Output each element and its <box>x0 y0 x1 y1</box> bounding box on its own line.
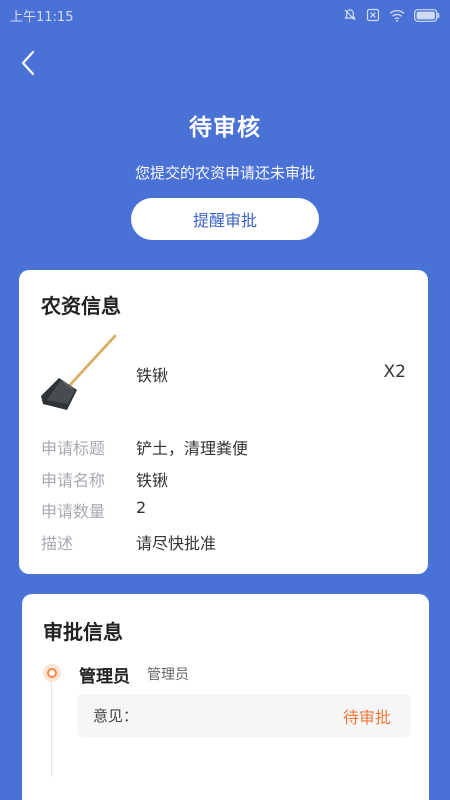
status-bar: 上午11:15 <box>0 0 450 30</box>
timeline-dot-inner <box>47 668 57 678</box>
info-row-title: 申请标题 铲土，清理粪便 <box>41 435 248 459</box>
mute-icon <box>344 9 356 21</box>
info-value: 请尽快批准 <box>136 534 217 553</box>
item-quantity: X2 <box>383 362 406 382</box>
approval-info-card: 审批信息 管理员 管理员 意见： 待审批 <box>22 594 429 800</box>
info-label: 申请名称 <box>41 471 106 490</box>
no-sim-icon <box>366 8 380 22</box>
info-label: 申请标题 <box>41 439 106 458</box>
material-info-card: 农资信息 铁锹 X2 申请标题 铲土，清理粪便 申请名称 铁锹 申请数量 2 描… <box>19 270 428 574</box>
pending-status: 待审批 <box>342 707 391 727</box>
timeline-line <box>51 677 52 777</box>
info-value: 铁锹 <box>136 471 169 490</box>
wifi-icon <box>389 9 405 22</box>
opinion-label: 意见： <box>93 707 139 725</box>
item-name: 铁锹 <box>136 366 169 385</box>
status-time: 上午11:15 <box>10 9 74 25</box>
info-value: 2 <box>136 498 147 517</box>
info-label: 申请数量 <box>41 502 106 521</box>
remind-approval-button[interactable]: 提醒审批 <box>131 198 319 240</box>
back-button[interactable] <box>14 48 42 78</box>
page-title: 待审核 <box>189 115 261 141</box>
battery-icon <box>414 8 440 22</box>
approval-card-title: 审批信息 <box>43 620 123 644</box>
chevron-left-icon <box>21 50 35 76</box>
shovel-image <box>41 334 117 410</box>
approver-name: 管理员 <box>79 667 130 687</box>
status-icons <box>343 8 440 22</box>
material-card-title: 农资信息 <box>41 294 121 318</box>
info-value: 铲土，清理粪便 <box>136 439 249 458</box>
status-subtitle: 您提交的农资申请还未审批 <box>134 164 315 182</box>
opinion-box: 意见： 待审批 <box>77 694 411 737</box>
timeline-dot <box>43 664 61 682</box>
approver-role: 管理员 <box>147 667 189 683</box>
info-row-description: 描述 请尽快批准 <box>41 530 216 554</box>
info-row-quantity: 申请数量 2 <box>41 498 146 522</box>
info-label: 描述 <box>41 534 74 553</box>
info-row-name: 申请名称 铁锹 <box>41 467 168 491</box>
